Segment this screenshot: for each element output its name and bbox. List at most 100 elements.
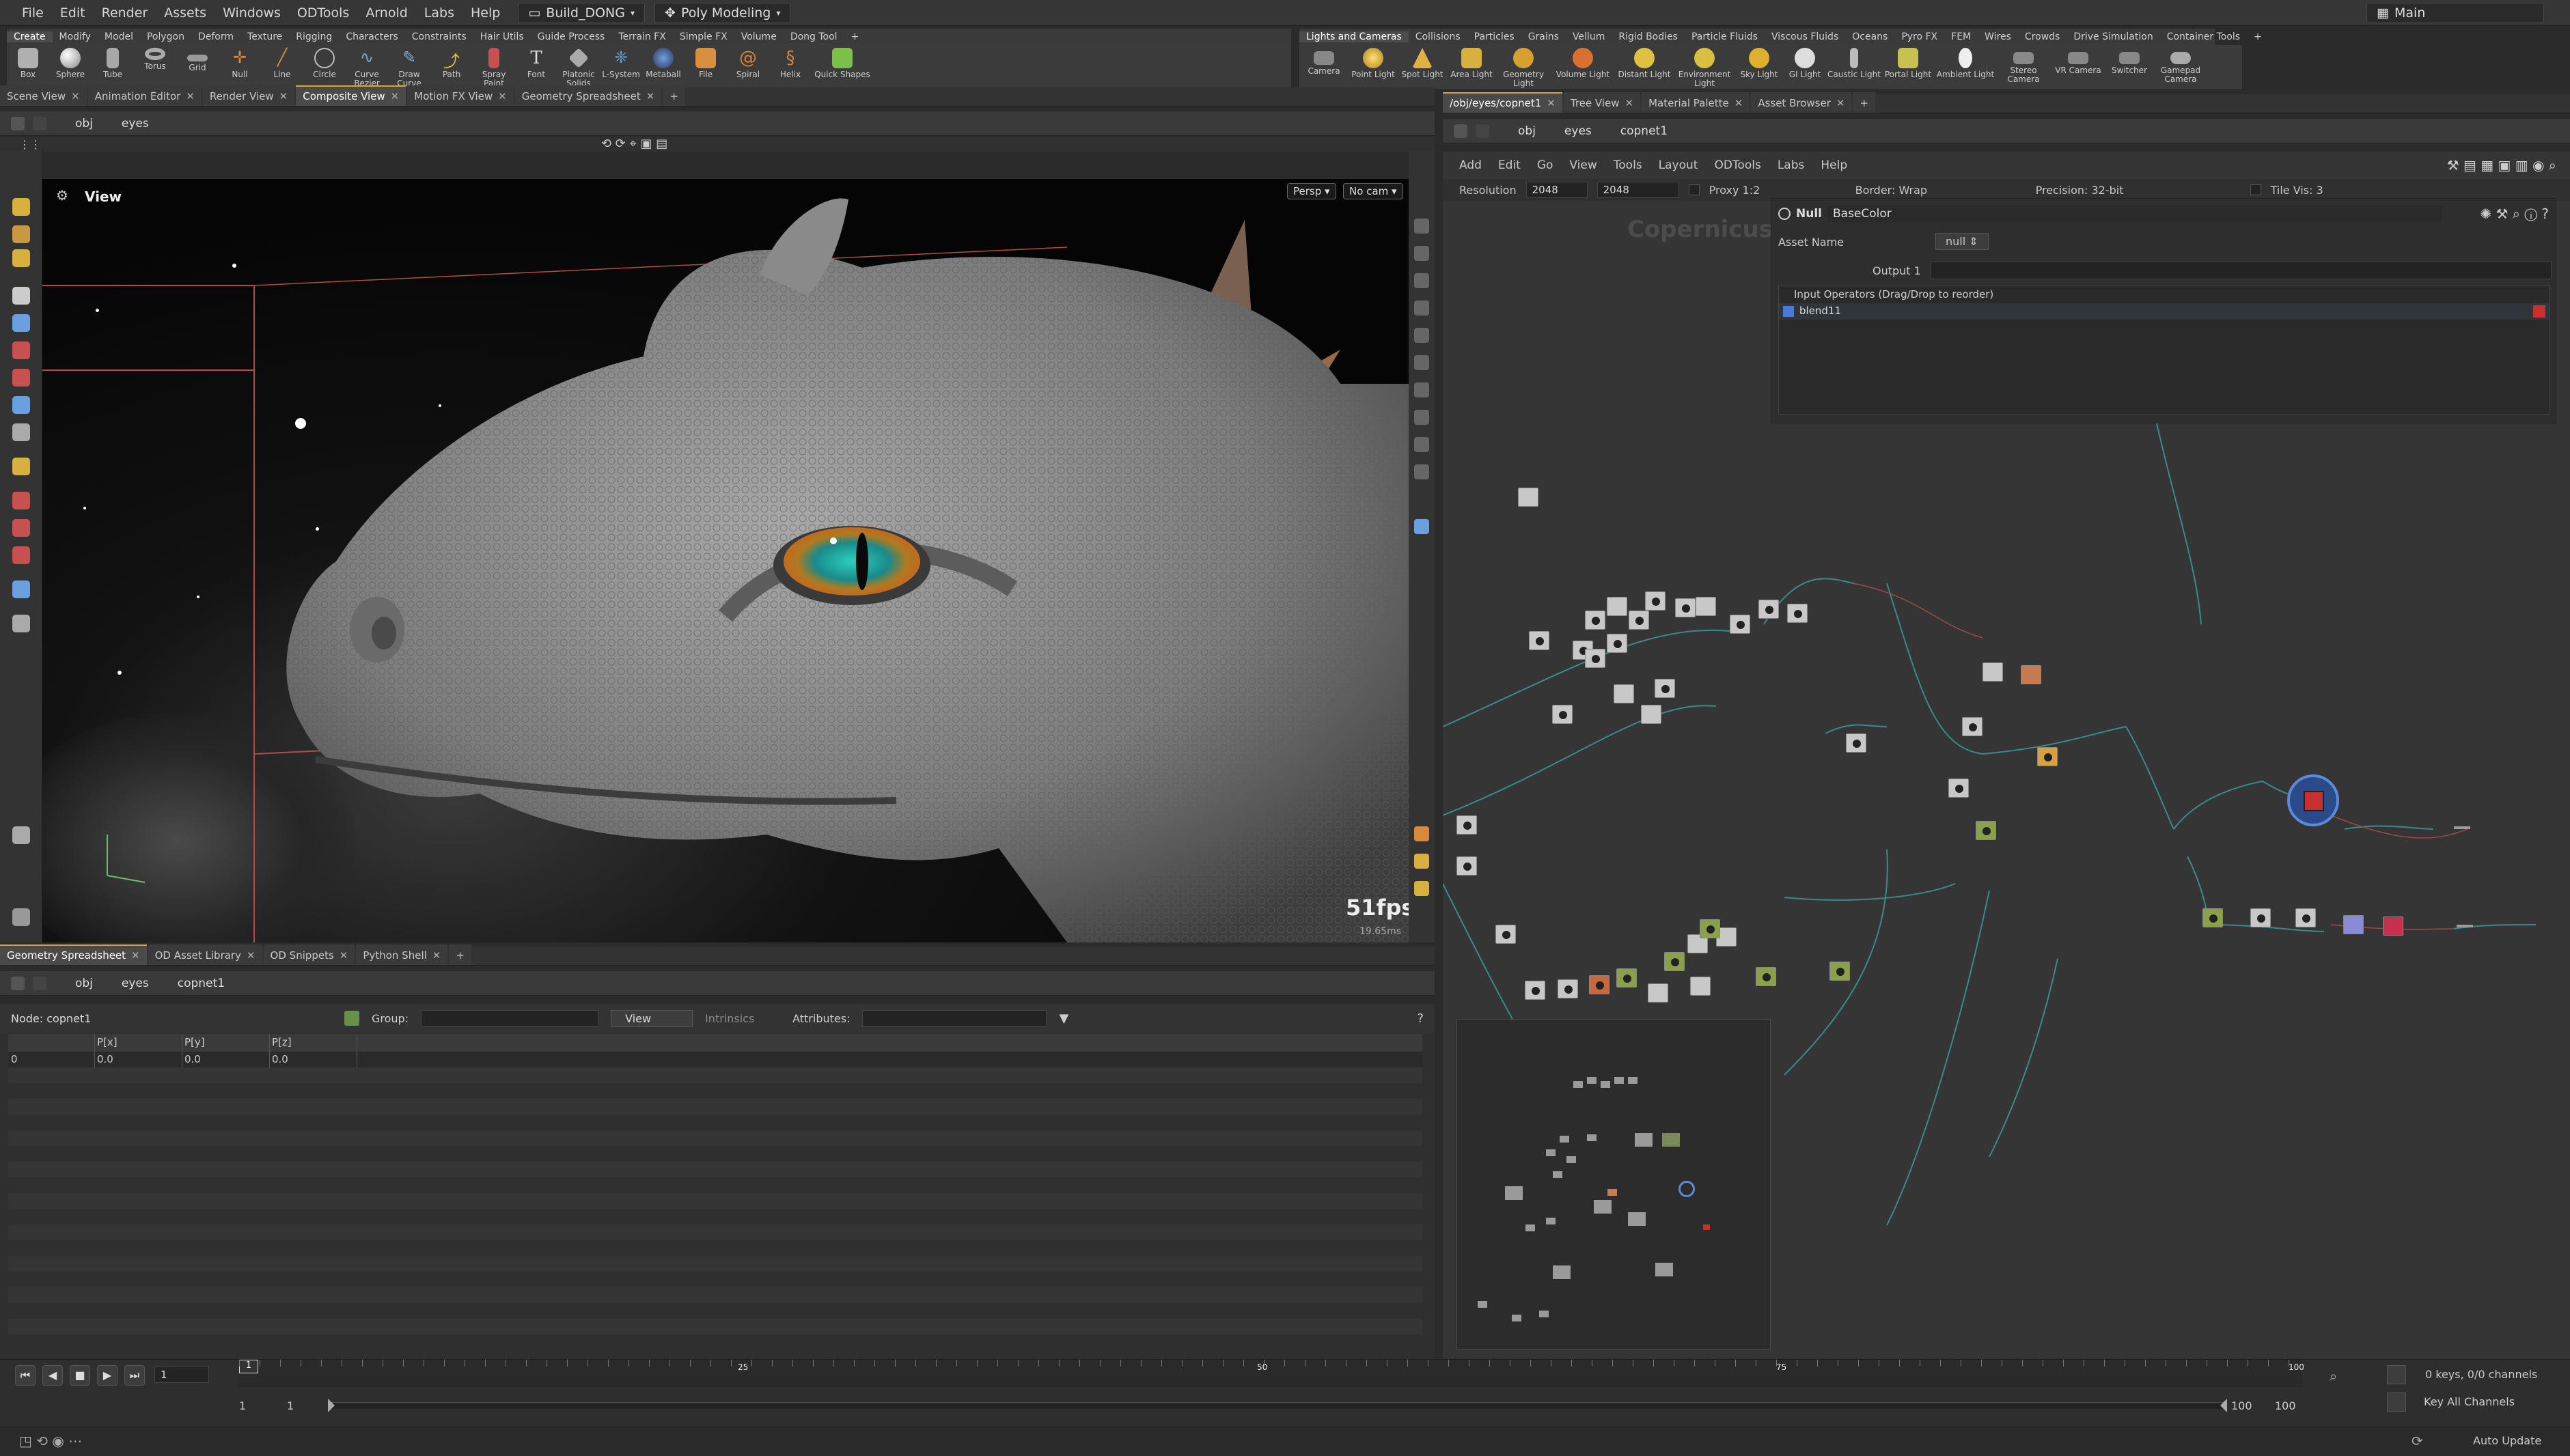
tab-od-asset-library[interactable]: OD Asset Library ✕ (148, 944, 262, 965)
build-selector[interactable]: ▭ Build_DONG ▾ (518, 2, 646, 23)
col-py[interactable]: P[y] (184, 1036, 205, 1048)
pin-icon[interactable] (1414, 826, 1429, 841)
net-menu-tools[interactable]: Tools (1614, 158, 1642, 172)
node[interactable] (1787, 604, 1808, 623)
close-icon[interactable]: ✕ (186, 90, 195, 102)
step-back-button[interactable]: ◀ (42, 1365, 63, 1386)
tool-sphere[interactable]: Sphere (49, 45, 92, 79)
group-input[interactable] (421, 1010, 599, 1026)
tool-spray-paint[interactable]: Spray Paint (473, 45, 515, 88)
shelf-tab-terrain-fx[interactable]: Terrain FX (611, 31, 673, 42)
display-icon[interactable] (1414, 219, 1429, 234)
filter-icon[interactable] (344, 1011, 359, 1026)
shelf-tab-container-tools[interactable]: Container Tools (2160, 31, 2247, 42)
node[interactable] (1829, 962, 1850, 981)
search-icon[interactable]: ⌕ (2330, 1368, 2337, 1384)
shelf-tab-viscous-fluids[interactable]: Viscous Fluids (1765, 31, 1845, 42)
node[interactable] (1614, 684, 1634, 703)
tab-motion-fx-view[interactable]: Motion FX View ✕ (407, 85, 514, 106)
net-menu-help[interactable]: Help (1821, 158, 1847, 172)
camera-icon[interactable] (12, 580, 30, 598)
node[interactable] (2037, 747, 2058, 766)
close-icon[interactable]: ✕ (279, 90, 288, 102)
path-eyes[interactable]: eyes (122, 977, 149, 990)
table-row[interactable]: 0 0.0 0.0 0.0 (8, 1052, 1422, 1067)
close-icon[interactable]: ✕ (391, 90, 400, 102)
res-x-input[interactable]: 2048 (1525, 182, 1588, 198)
tool-tube[interactable]: Tube (92, 45, 134, 79)
shelf-tab-model[interactable]: Model (98, 31, 140, 42)
shading-icon[interactable] (1414, 273, 1429, 288)
tool-switcher[interactable]: Switcher (2105, 45, 2153, 75)
view-icon[interactable] (12, 615, 30, 632)
shelf-tab-lights-cameras[interactable]: Lights and Cameras (1299, 31, 1409, 42)
node[interactable] (1616, 968, 1637, 988)
tool-gamepad-camera[interactable]: Gamepad Camera (2153, 45, 2208, 84)
filter-icon[interactable]: ▼ (1059, 1011, 1068, 1026)
tool-torus[interactable]: Torus (134, 45, 176, 71)
shelf-tab-vellum[interactable]: Vellum (1566, 31, 1612, 42)
node[interactable] (2021, 665, 2041, 684)
snapshot-icon[interactable] (1414, 519, 1429, 534)
tool-vr-camera[interactable]: VR Camera (2051, 45, 2105, 75)
arrow-icon[interactable] (12, 287, 30, 305)
range-handle-start[interactable] (328, 1399, 335, 1412)
node[interactable] (2202, 908, 2223, 927)
main-selector[interactable]: ▦ Main (2366, 2, 2544, 23)
tab-geometry-spreadsheet[interactable]: Geometry Spreadsheet ✕ (514, 85, 662, 106)
menu-assets[interactable]: Assets (156, 5, 215, 20)
node[interactable] (1552, 705, 1573, 724)
tab-animation-editor[interactable]: Animation Editor ✕ (87, 85, 202, 106)
tool-portal-light[interactable]: Portal Light (1881, 45, 1935, 79)
node[interactable] (1585, 611, 1605, 630)
selected-node[interactable] (2287, 774, 2339, 826)
tool-helix[interactable]: § Helix (769, 45, 812, 79)
view-dropdown[interactable]: View (611, 1009, 693, 1027)
persp-menu[interactable]: Persp ▾ (1287, 183, 1336, 199)
path-copnet1[interactable]: copnet1 (1620, 124, 1668, 138)
node[interactable] (1585, 649, 1605, 668)
asset-name-dropdown[interactable]: null ⇕ (1935, 233, 1989, 250)
tool-caustic-light[interactable]: Caustic Light (1827, 45, 1881, 79)
shelf-tab-guide-process[interactable]: Guide Process (531, 31, 612, 42)
node[interactable] (1495, 925, 1516, 944)
node[interactable] (2295, 908, 2316, 927)
node[interactable] (1558, 979, 1578, 998)
net-menu-labs[interactable]: Labs (1778, 158, 1805, 172)
add-tab-button[interactable]: + (663, 85, 685, 106)
status-icons[interactable]: ◳ ⟲ ◉ ⋯ (19, 1433, 82, 1449)
shelf-tab-texture[interactable]: Texture (240, 31, 289, 42)
menu-file[interactable]: File (14, 5, 52, 20)
output-input[interactable] (1930, 262, 2552, 279)
tool-environment-light[interactable]: Environment Light (1674, 45, 1735, 88)
node[interactable] (1648, 983, 1668, 1003)
tool-path[interactable]: ⤴ Path (430, 45, 473, 79)
tab-render-view[interactable]: Render View ✕ (202, 85, 295, 106)
play-button[interactable]: ▶ (97, 1365, 118, 1386)
shelf-tab-polygon[interactable]: Polygon (140, 31, 191, 42)
tilevis-checkbox[interactable] (2250, 184, 2261, 195)
tool-gi-light[interactable]: GI Light (1783, 45, 1827, 79)
close-icon[interactable]: ✕ (646, 90, 655, 102)
current-frame-input[interactable]: 1 (154, 1367, 209, 1383)
select-icon[interactable] (12, 198, 30, 216)
tab-od-snippets[interactable]: OD Snippets ✕ (263, 944, 355, 965)
node[interactable] (1641, 705, 1661, 724)
menu-odtools[interactable]: ODTools (289, 5, 357, 20)
path-obj[interactable]: obj (1518, 124, 1536, 138)
render-icon[interactable] (12, 826, 30, 844)
back-arrow-icon[interactable] (1454, 124, 1467, 138)
tool-spiral[interactable]: @ Spiral (727, 45, 769, 79)
forward-arrow-icon[interactable] (33, 976, 46, 990)
tool-volume-light[interactable]: Volume Light (1551, 45, 1615, 79)
add-tab-button[interactable]: + (449, 944, 471, 965)
node[interactable] (1982, 662, 2003, 682)
node[interactable] (1525, 981, 1545, 1000)
node[interactable] (1690, 977, 1711, 996)
normals-icon[interactable] (1414, 437, 1429, 452)
node-name-input[interactable]: BaseColor (1827, 206, 2442, 222)
magnet-icon[interactable] (12, 546, 30, 564)
menu-windows[interactable]: Windows (215, 5, 289, 20)
tool-line[interactable]: ╱ Line (261, 45, 303, 79)
menu-arnold[interactable]: Arnold (357, 5, 415, 20)
